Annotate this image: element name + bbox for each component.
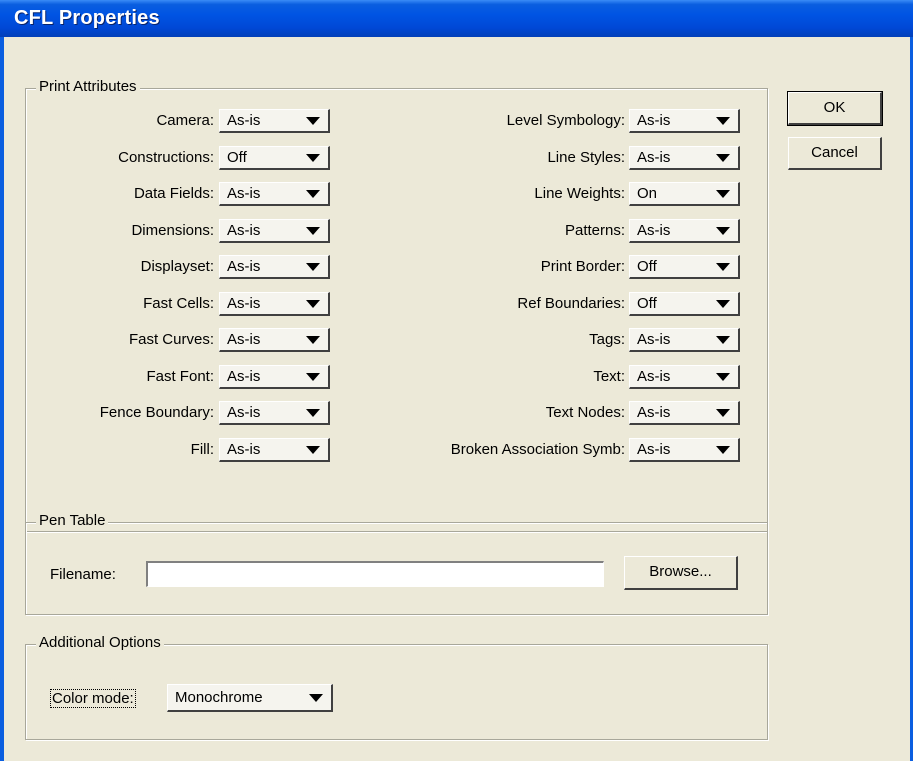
attribute-value: As-is	[637, 148, 671, 166]
chevron-down-icon	[716, 263, 730, 271]
attribute-label: Broken Association Symb:	[450, 440, 625, 458]
attribute-row-right: Level Symbology: As-is	[26, 109, 766, 134]
attribute-label: Level Symbology:	[506, 112, 625, 129]
attribute-dropdown[interactable]: On	[629, 182, 740, 206]
print-attributes-legend: Print Attributes	[36, 78, 140, 95]
cancel-button[interactable]: Cancel	[788, 137, 882, 170]
chevron-down-icon	[716, 372, 730, 381]
attribute-label: Tags:	[589, 331, 625, 348]
attribute-row-right: Ref Boundaries: Off	[26, 291, 766, 317]
attribute-label: Text:	[593, 367, 625, 385]
color-mode-label: Color mode:	[50, 689, 136, 708]
attribute-dropdown[interactable]: Off	[629, 291, 740, 316]
attribute-dropdown[interactable]: As-is	[629, 109, 740, 133]
chevron-down-icon	[716, 117, 730, 125]
cancel-button-label: Cancel	[811, 144, 858, 161]
attribute-row-right: Broken Association Symb: As-is	[26, 437, 766, 463]
ok-button-label: OK	[823, 99, 846, 116]
title-bar[interactable]: CFL Properties	[0, 0, 913, 37]
attribute-row-right: Line Styles: As-is	[26, 145, 766, 171]
browse-button[interactable]: Browse...	[624, 556, 738, 590]
attribute-dropdown[interactable]: As-is	[629, 218, 740, 243]
additional-options-legend: Additional Options	[36, 634, 164, 651]
attribute-row-right: Line Weights: On	[26, 182, 766, 207]
attribute-value: As-is	[637, 112, 671, 129]
attribute-value: As-is	[637, 367, 671, 385]
attribute-row-right: Tags: As-is	[26, 328, 766, 353]
filename-input[interactable]	[146, 561, 604, 587]
chevron-down-icon	[716, 190, 730, 198]
attribute-label: Ref Boundaries:	[517, 294, 625, 312]
attribute-label: Print Border:	[540, 258, 625, 275]
attribute-label: Text Nodes:	[545, 404, 625, 421]
attribute-row-right: Print Border: Off	[26, 255, 766, 280]
attribute-dropdown[interactable]: As-is	[629, 437, 740, 462]
attribute-row-right: Patterns: As-is	[26, 218, 766, 244]
attribute-value: As-is	[637, 440, 671, 458]
attribute-dropdown[interactable]: As-is	[629, 145, 740, 170]
attribute-value: As-is	[637, 331, 671, 348]
attribute-value: As-is	[637, 404, 671, 421]
attribute-row-right: Text: As-is	[26, 364, 766, 390]
pen-table-group: Pen Table Filename: Browse...	[25, 512, 768, 615]
chevron-down-icon	[716, 153, 730, 162]
dialog-body: Print Attributes Camera: As-is Constructio…	[4, 37, 910, 761]
attribute-value: Off	[637, 258, 657, 275]
pen-table-legend: Pen Table	[36, 512, 109, 529]
ok-button[interactable]: OK	[787, 91, 883, 126]
attribute-label: Line Weights:	[534, 185, 625, 202]
chevron-down-icon	[716, 226, 730, 235]
chevron-down-icon	[309, 694, 323, 702]
attribute-row-right: Text Nodes: As-is	[26, 401, 766, 426]
attribute-label: Patterns:	[564, 221, 625, 239]
chevron-down-icon	[716, 409, 730, 417]
attribute-value: On	[637, 185, 658, 202]
attribute-dropdown[interactable]: As-is	[629, 401, 740, 425]
color-mode-dropdown[interactable]: Monochrome	[167, 684, 333, 712]
window-title: CFL Properties	[14, 7, 160, 29]
browse-button-label: Browse...	[649, 563, 712, 580]
attribute-value: Off	[637, 294, 657, 312]
chevron-down-icon	[716, 336, 730, 344]
color-mode-value: Monochrome	[175, 689, 263, 706]
attribute-label: Line Styles:	[547, 148, 625, 166]
chevron-down-icon	[716, 445, 730, 454]
additional-options-group: Additional Options Color mode: Monochrom…	[25, 634, 768, 740]
attribute-dropdown[interactable]: As-is	[629, 364, 740, 389]
attribute-value: As-is	[637, 221, 671, 239]
filename-label: Filename:	[50, 566, 116, 583]
attribute-dropdown[interactable]: As-is	[629, 328, 740, 352]
attribute-dropdown[interactable]: Off	[629, 255, 740, 279]
print-attributes-group: Print Attributes Camera: As-is Constructio…	[25, 78, 768, 532]
chevron-down-icon	[716, 299, 730, 308]
